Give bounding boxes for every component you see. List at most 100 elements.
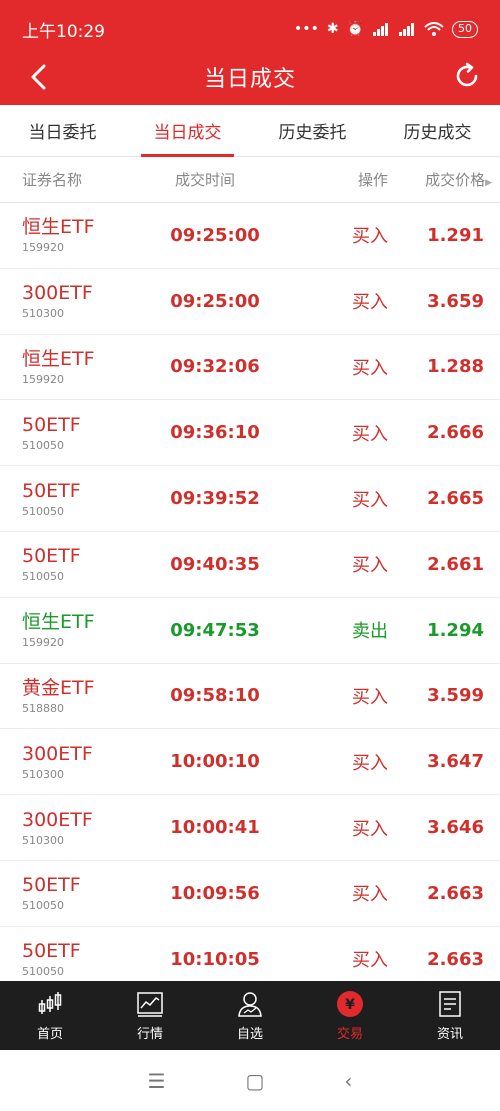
- nav-home[interactable]: 首页: [0, 981, 100, 1050]
- nav-market[interactable]: 行情: [100, 981, 200, 1050]
- table-row[interactable]: 50ETF 510050 10:09:56 买入 2.663: [0, 861, 500, 927]
- security-cell: 黄金ETF 518880: [0, 677, 150, 715]
- trade-time: 10:09:56: [170, 882, 260, 904]
- security-cell: 恒生ETF 159920: [0, 611, 150, 649]
- trade-time: 09:47:53: [170, 619, 260, 641]
- status-bar: 上午10:29 ••• ✱ ⏰ 50: [0, 0, 500, 58]
- security-cell: 300ETF 510300: [0, 743, 150, 781]
- trade-price: 1.288: [427, 356, 484, 378]
- trade-price: 1.291: [427, 224, 484, 246]
- trade-action: 买入: [352, 226, 388, 248]
- home-icon[interactable]: ▢: [246, 1069, 265, 1093]
- trade-action: 买入: [352, 884, 388, 906]
- table-row[interactable]: 恒生ETF 159920 09:25:00 买入 1.291: [0, 203, 500, 269]
- security-name: 恒生ETF: [22, 216, 95, 239]
- trade-price: 3.647: [427, 751, 484, 773]
- security-code: 510050: [22, 899, 64, 913]
- table-row[interactable]: 300ETF 510300 10:00:41 买入 3.646: [0, 795, 500, 861]
- back-nav-icon[interactable]: ‹: [344, 1069, 352, 1093]
- security-code: 510050: [22, 438, 64, 452]
- security-cell: 50ETF 510050: [0, 874, 150, 912]
- news-icon: [439, 990, 461, 1017]
- tab-history-orders[interactable]: 历史委托: [250, 105, 375, 156]
- bottom-nav: 首页 行情 自选 ¥ 交易 资讯: [0, 981, 500, 1050]
- table-row[interactable]: 黄金ETF 518880 09:58:10 买入 3.599: [0, 664, 500, 730]
- trade-time: 09:39:52: [170, 488, 260, 510]
- page-title: 当日成交: [203, 67, 296, 92]
- trade-action: 买入: [352, 950, 388, 972]
- more-icon: •••: [294, 21, 319, 37]
- security-name: 50ETF: [22, 545, 81, 568]
- system-nav: ☰ ▢ ‹: [0, 1050, 500, 1111]
- security-code: 159920: [22, 636, 64, 650]
- sort-arrow-icon: ▶: [485, 178, 492, 188]
- trade-price: 2.661: [427, 553, 484, 575]
- svg-text:¥: ¥: [345, 997, 355, 1013]
- table-row[interactable]: 50ETF 510050 09:36:10 买入 2.666: [0, 400, 500, 467]
- nav-watchlist[interactable]: 自选: [200, 981, 300, 1050]
- security-name: 黄金ETF: [22, 676, 95, 699]
- header-trade-price-label: 成交价格: [425, 171, 486, 189]
- security-name: 50ETF: [22, 479, 81, 502]
- table-row[interactable]: 50ETF 510050 09:39:52 买入 2.665: [0, 466, 500, 532]
- trade-action: 买入: [352, 818, 388, 840]
- battery-indicator: 50: [452, 20, 478, 38]
- security-name: 50ETF: [22, 940, 81, 963]
- header-trade-price[interactable]: 成交价格▶: [388, 169, 500, 190]
- trade-time: 09:58:10: [170, 685, 260, 707]
- trade-price: 3.646: [427, 817, 484, 839]
- yen-icon: ¥: [337, 990, 363, 1017]
- nav-market-label: 行情: [136, 1026, 163, 1042]
- table-row[interactable]: 恒生ETF 159920 09:32:06 买入 1.288: [0, 335, 500, 401]
- tab-bar: 当日委托 当日成交 历史委托 历史成交: [0, 105, 500, 157]
- security-name: 300ETF: [22, 808, 93, 831]
- table-header: 证券名称 成交时间 操作 成交价格▶: [0, 157, 500, 203]
- security-cell: 50ETF 510050: [0, 480, 150, 518]
- table-row[interactable]: 300ETF 510300 10:00:10 买入 3.647: [0, 729, 500, 796]
- header-action: 操作: [357, 171, 388, 189]
- signal-icon: [399, 23, 414, 36]
- trade-list: 恒生ETF 159920 09:25:00 买入 1.291 300ETF 510300 09…: [0, 203, 500, 993]
- tab-today-trades[interactable]: 当日成交: [125, 105, 250, 157]
- signal-icon: [373, 23, 388, 36]
- nav-news[interactable]: 资讯: [400, 981, 500, 1050]
- security-code: 518880: [22, 701, 64, 715]
- trade-time: 10:00:41: [170, 817, 260, 839]
- security-cell: 恒生ETF 159920: [0, 216, 150, 254]
- table-row[interactable]: 恒生ETF 159920 09:47:53 卖出 1.294: [0, 598, 500, 664]
- security-cell: 50ETF 510050: [0, 414, 150, 452]
- security-code: 510050: [22, 965, 64, 979]
- menu-icon[interactable]: ☰: [148, 1069, 166, 1093]
- back-icon[interactable]: [25, 62, 55, 92]
- security-code: 510300: [22, 767, 64, 781]
- security-cell: 300ETF 510300: [0, 809, 150, 847]
- trade-time: 09:25:00: [170, 290, 260, 312]
- trade-time: 09:32:06: [170, 356, 260, 378]
- trade-price: 2.663: [427, 948, 484, 970]
- table-row[interactable]: 50ETF 510050 09:40:35 买入 2.661: [0, 532, 500, 598]
- tab-history-trades[interactable]: 历史成交: [375, 105, 500, 156]
- trade-time: 09:36:10: [170, 422, 260, 444]
- nav-trade[interactable]: ¥ 交易: [300, 981, 400, 1050]
- table-row[interactable]: 300ETF 510300 09:25:00 买入 3.659: [0, 269, 500, 335]
- header-security-name: 证券名称: [22, 171, 83, 189]
- security-cell: 50ETF 510050: [0, 545, 150, 583]
- header: 上午10:29 ••• ✱ ⏰ 50 当日成交: [0, 0, 500, 105]
- security-code: 159920: [22, 372, 64, 386]
- security-name: 300ETF: [22, 282, 93, 305]
- bluetooth-icon: ✱: [326, 21, 339, 37]
- trade-action: 卖出: [352, 621, 388, 643]
- trade-price: 2.666: [427, 422, 484, 444]
- trade-time: 09:25:00: [170, 224, 260, 246]
- trade-action: 买入: [352, 423, 388, 445]
- security-code: 159920: [22, 241, 64, 255]
- security-name: 恒生ETF: [22, 347, 95, 370]
- nav-trade-label: 交易: [336, 1026, 363, 1042]
- security-name: 300ETF: [22, 742, 93, 765]
- trade-time: 09:40:35: [170, 553, 260, 575]
- tab-today-orders[interactable]: 当日委托: [0, 105, 125, 156]
- security-code: 510050: [22, 504, 64, 518]
- security-code: 510300: [22, 307, 64, 321]
- user-icon: [238, 991, 262, 1017]
- refresh-icon[interactable]: [452, 61, 482, 91]
